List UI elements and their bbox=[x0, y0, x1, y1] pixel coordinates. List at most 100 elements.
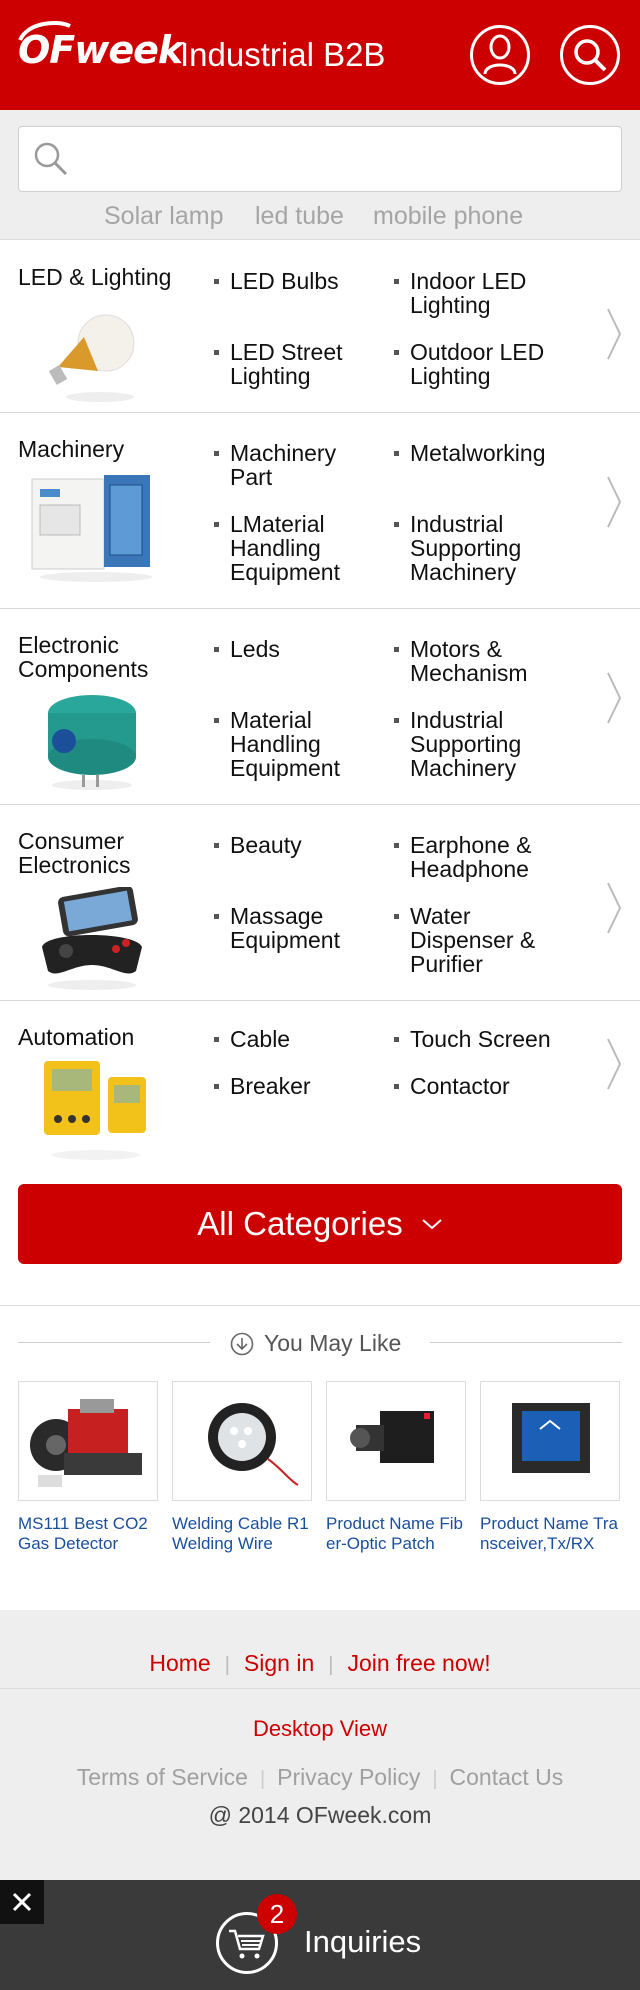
product-name[interactable]: Product Name Fiber-Optic Patch bbox=[326, 1514, 466, 1556]
close-icon bbox=[12, 1892, 32, 1912]
category-name: Consumer Electronics bbox=[18, 828, 131, 878]
separator: | bbox=[432, 1768, 438, 1790]
privacy-link[interactable]: Privacy Policy bbox=[277, 1764, 420, 1790]
terms-link[interactable]: Terms of Service bbox=[77, 1764, 248, 1790]
arrow-down-circle-icon bbox=[230, 1332, 254, 1355]
monitor-icon bbox=[512, 1403, 590, 1473]
header-search-button[interactable] bbox=[560, 25, 620, 85]
subcategory-link[interactable]: Contactor bbox=[394, 1074, 574, 1098]
product-image[interactable] bbox=[172, 1381, 312, 1501]
product-image[interactable] bbox=[18, 1381, 158, 1501]
join-link[interactable]: Join free now! bbox=[347, 1650, 490, 1676]
all-categories-label: All Categories bbox=[197, 1205, 403, 1242]
separator: | bbox=[328, 1654, 334, 1676]
footer-divider bbox=[0, 1688, 640, 1689]
you-may-like-label: You May Like bbox=[264, 1330, 402, 1356]
brand-logo[interactable]: OFweek bbox=[18, 28, 183, 72]
you-may-like-title: You May Like bbox=[230, 1330, 401, 1357]
subcategory-link[interactable]: LED Street Lighting bbox=[214, 340, 374, 388]
product-name[interactable]: Product Name Transceiver,Tx/RX bbox=[480, 1514, 620, 1556]
subcategory-link[interactable]: Cable bbox=[214, 1027, 374, 1051]
legal-links: Terms of Service | Privacy Policy | Contact … bbox=[0, 1764, 640, 1791]
light-bulb-icon bbox=[48, 314, 135, 402]
product-name[interactable]: MS111 Best CO2 Gas Detector bbox=[18, 1514, 158, 1556]
separator: | bbox=[259, 1768, 266, 1790]
subcategory-link[interactable]: Leds bbox=[214, 637, 374, 661]
category-name: LED & Lighting bbox=[18, 264, 172, 290]
engine-icon bbox=[30, 1399, 142, 1487]
product-image[interactable] bbox=[480, 1381, 620, 1501]
contact-link[interactable]: Contact Us bbox=[450, 1764, 564, 1790]
subcategory-link[interactable]: Metalworking bbox=[394, 441, 574, 465]
category-name: Machinery bbox=[18, 436, 125, 462]
game-controller-icon bbox=[42, 887, 142, 990]
hot-word-link[interactable]: led tube bbox=[255, 202, 344, 231]
subcategory-link[interactable]: Breaker bbox=[214, 1074, 374, 1098]
sign-in-link[interactable]: Sign in bbox=[244, 1650, 314, 1676]
account-button[interactable] bbox=[470, 25, 530, 85]
subcategory-link[interactable]: Industrial Supporting Machinery bbox=[394, 708, 574, 780]
subcategory-link[interactable]: Machinery Part bbox=[214, 441, 374, 489]
chevron-right-icon bbox=[607, 672, 622, 724]
product-image[interactable] bbox=[326, 1381, 466, 1501]
inquiries-label[interactable]: Inquiries bbox=[304, 1924, 421, 1960]
category-name: Automation bbox=[18, 1024, 135, 1050]
footer: Home | Sign in | Join free now! Desktop View… bbox=[0, 1610, 640, 1880]
inquiry-bar[interactable]: 2 Inquiries bbox=[0, 1880, 640, 1990]
product-name[interactable]: Welding Cable R1 Welding Wire bbox=[172, 1514, 312, 1556]
oven-machine-icon bbox=[31, 475, 152, 582]
inquiry-count-badge: 2 bbox=[257, 1894, 297, 1934]
subcategory-link[interactable]: Indoor LED Lighting bbox=[394, 269, 574, 317]
chevron-down-icon bbox=[422, 1219, 442, 1230]
camera-icon bbox=[350, 1411, 434, 1463]
category-name: Electronic Components bbox=[18, 632, 149, 682]
category-machinery[interactable]: Machinery Machinery Part Metalworking LM… bbox=[0, 413, 640, 609]
chevron-right-icon bbox=[607, 882, 622, 934]
copyright: @ 2014 OFweek.com bbox=[208, 1802, 432, 1828]
product-card[interactable]: MS111 Best CO2 Gas Detector bbox=[18, 1381, 158, 1556]
chevron-right-icon bbox=[607, 476, 622, 528]
top-header: OFweek Industrial B2B bbox=[0, 0, 640, 110]
you-may-like-header: You May Like bbox=[0, 1328, 640, 1358]
hot-word-link[interactable]: mobile phone bbox=[373, 202, 523, 231]
gas-sensor-icon bbox=[48, 695, 136, 790]
footer-nav: Home | Sign in | Join free now! bbox=[0, 1650, 640, 1677]
category-list: LED & Lighting LED Bulbs Indoor LED Ligh… bbox=[0, 241, 640, 1181]
divider-line bbox=[430, 1342, 622, 1343]
separator: | bbox=[224, 1654, 230, 1676]
section-divider bbox=[0, 1305, 640, 1306]
subcategory-link[interactable]: Touch Screen bbox=[394, 1027, 594, 1051]
category-consumer-electronics[interactable]: Consumer Electronics Beauty Earphone & H… bbox=[0, 805, 640, 1001]
subcategory-link[interactable]: Beauty bbox=[214, 833, 374, 857]
subcategory-link[interactable]: Motors & Mechanism bbox=[394, 637, 574, 685]
category-electronic-components[interactable]: Electronic Components Leds Motors & Mech… bbox=[0, 609, 640, 805]
divider-line bbox=[18, 1342, 210, 1343]
subcategory-link[interactable]: LMaterial Handling Equipment bbox=[214, 512, 374, 584]
all-categories-button[interactable]: All Categories bbox=[18, 1184, 622, 1264]
meters-icon bbox=[44, 1061, 146, 1160]
subcategory-link[interactable]: Water Dispenser & Purifier bbox=[394, 904, 574, 976]
hot-word-link[interactable]: Solar lamp bbox=[104, 202, 224, 231]
subcategory-link[interactable]: Earphone & Headphone bbox=[394, 833, 574, 881]
category-automation[interactable]: Automation Cable Touch Screen Breaker Co… bbox=[0, 1001, 640, 1181]
category-led-lighting[interactable]: LED & Lighting LED Bulbs Indoor LED Ligh… bbox=[0, 241, 640, 413]
subcategory-link[interactable]: Massage Equipment bbox=[214, 904, 374, 952]
site-title: Industrial B2B bbox=[180, 36, 386, 73]
subcategory-link[interactable]: Material Handling Equipment bbox=[214, 708, 374, 780]
desktop-view-link[interactable]: Desktop View bbox=[0, 1716, 640, 1742]
cart-icon bbox=[229, 1929, 265, 1959]
product-card[interactable]: Product Name Transceiver,Tx/RX bbox=[480, 1381, 620, 1556]
work-light-icon bbox=[208, 1403, 299, 1486]
product-card[interactable]: Product Name Fiber-Optic Patch bbox=[326, 1381, 466, 1556]
product-card[interactable]: Welding Cable R1 Welding Wire bbox=[172, 1381, 312, 1556]
subcategory-link[interactable]: Outdoor LED Lighting bbox=[394, 340, 574, 388]
magnifier-icon bbox=[34, 142, 68, 176]
user-icon bbox=[483, 34, 517, 75]
chevron-right-icon bbox=[607, 308, 622, 360]
search-icon bbox=[574, 39, 607, 72]
home-link[interactable]: Home bbox=[149, 1650, 210, 1676]
subcategory-link[interactable]: Industrial Supporting Machinery bbox=[394, 512, 574, 584]
search-input[interactable] bbox=[18, 126, 622, 192]
close-button[interactable] bbox=[0, 1880, 44, 1924]
subcategory-link[interactable]: LED Bulbs bbox=[214, 269, 374, 293]
